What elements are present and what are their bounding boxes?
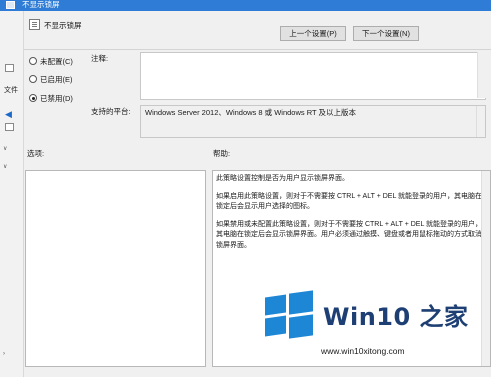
radio-not-configured[interactable]: 未配置(C) <box>29 55 73 67</box>
watermark-title: Win10 之家 <box>323 303 469 331</box>
policy-setting-icon <box>29 19 40 30</box>
windows-logo-icon <box>265 290 313 339</box>
radio-disabled[interactable]: 已禁用(D) <box>29 92 73 104</box>
window-title-bar: 不显示锁屏 <box>0 0 491 11</box>
options-pane <box>25 170 206 367</box>
header-divider <box>24 49 491 50</box>
help-label: 帮助: <box>213 149 231 158</box>
watermark-url: www.win10xitong.com <box>321 346 405 356</box>
help-paragraph: 此策略设置控制是否为用户显示锁屏界面。 <box>216 175 349 182</box>
help-paragraph: 如果启用此策略设置，则对于不需要按 CTRL + ALT + DEL 就能登录的… <box>216 192 483 211</box>
supported-on-value: Windows Server 2012、Windows 8 或 Windows … <box>145 108 357 117</box>
chevron-down-icon[interactable]: ∨ <box>3 145 7 152</box>
supported-on-field: Windows Server 2012、Windows 8 或 Windows … <box>140 105 486 138</box>
policy-name: 不显示锁屏 <box>44 21 82 30</box>
back-arrow-icon[interactable]: ◀ <box>5 109 12 120</box>
window-app-icon <box>6 1 15 9</box>
supported-on-scrollbar[interactable] <box>476 106 485 137</box>
chevron-right-icon[interactable]: › <box>3 351 5 357</box>
comment-label: 注释: <box>91 54 109 63</box>
previous-setting-button[interactable]: 上一个设置(P) <box>280 26 346 41</box>
supported-on-label: 支持的平台: <box>91 107 131 116</box>
radio-label: 已禁用(D) <box>40 93 73 103</box>
radio-label: 未配置(C) <box>40 56 73 66</box>
chevron-down-icon[interactable]: ∨ <box>3 163 7 170</box>
window-title: 不显示锁屏 <box>22 0 60 9</box>
policy-header: 不显示锁屏 上一个设置(P) 下一个设置(N) <box>24 11 491 41</box>
watermark: Win10 之家 www.win10xitong.com <box>265 290 491 377</box>
background-editor-strip: 文件 ◀ ∨ ∨ › <box>0 11 24 377</box>
radio-circle[interactable] <box>29 57 37 65</box>
radio-circle[interactable] <box>29 75 37 83</box>
document-icon <box>5 123 14 131</box>
comment-textarea[interactable] <box>140 52 486 100</box>
radio-label: 已启用(E) <box>40 74 73 84</box>
document-icon <box>5 64 14 72</box>
radio-enabled[interactable]: 已启用(E) <box>29 73 73 85</box>
options-label: 选项: <box>27 149 45 158</box>
next-setting-button[interactable]: 下一个设置(N) <box>353 26 419 41</box>
help-paragraph: 如果禁用或未配置此策略设置，则对于不需要按 CTRL + ALT + DEL 就… <box>216 220 483 249</box>
radio-circle-selected[interactable] <box>29 94 37 102</box>
file-menu-partial[interactable]: 文件 <box>4 85 18 95</box>
